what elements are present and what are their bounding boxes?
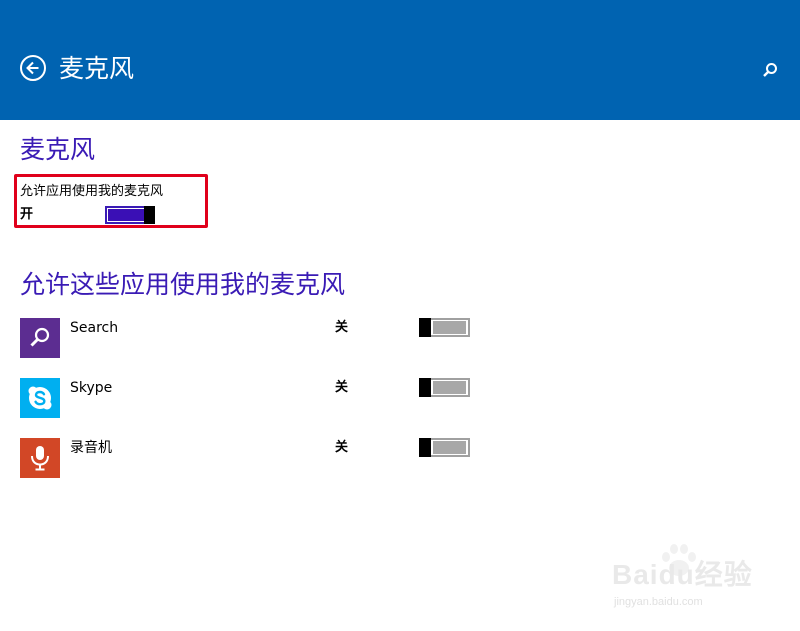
app-tile-recorder	[20, 438, 60, 478]
search-icon	[763, 63, 777, 77]
app-toggle-search[interactable]	[419, 318, 470, 337]
toggle-thumb	[419, 318, 431, 337]
toggle-thumb	[144, 206, 155, 224]
app-header: 麦克风	[0, 0, 800, 120]
back-button[interactable]	[20, 55, 46, 81]
skype-icon	[28, 386, 52, 410]
apps-section-title: 允许这些应用使用我的麦克风	[20, 270, 346, 299]
app-toggle-recorder[interactable]	[419, 438, 470, 457]
baidu-watermark: Baidu经验 jingyan.baidu.com	[612, 544, 762, 615]
back-arrow-icon	[26, 61, 39, 75]
master-toggle-label: 允许应用使用我的麦克风	[20, 184, 164, 199]
app-row-search: Search 关	[0, 318, 800, 358]
watermark-brand: Baidu经验	[612, 559, 753, 590]
app-row-recorder: 录音机 关	[0, 438, 800, 478]
app-toggle-state: 关	[335, 380, 349, 395]
app-tile-skype	[20, 378, 60, 418]
toggle-thumb	[419, 378, 431, 397]
app-toggle-skype[interactable]	[419, 378, 470, 397]
search-icon	[30, 327, 50, 347]
search-button[interactable]	[760, 60, 780, 80]
toggle-fill	[108, 209, 144, 221]
app-name: 录音机	[70, 440, 112, 456]
page-title: 麦克风	[59, 54, 135, 83]
app-toggle-state: 关	[335, 320, 349, 335]
toggle-fill	[433, 381, 466, 394]
toggle-fill	[433, 321, 466, 334]
toggle-thumb	[419, 438, 431, 457]
app-name: Search	[70, 320, 119, 336]
app-row-skype: Skype 关	[0, 378, 800, 418]
app-name: Skype	[70, 380, 113, 396]
app-tile-search	[20, 318, 60, 358]
watermark-url: jingyan.baidu.com	[614, 596, 703, 608]
toggle-fill	[433, 441, 466, 454]
section-title: 麦克风	[20, 135, 96, 164]
microphone-icon	[31, 446, 49, 471]
master-microphone-toggle[interactable]	[105, 206, 155, 224]
master-toggle-state: 开	[20, 207, 34, 222]
app-toggle-state: 关	[335, 440, 349, 455]
